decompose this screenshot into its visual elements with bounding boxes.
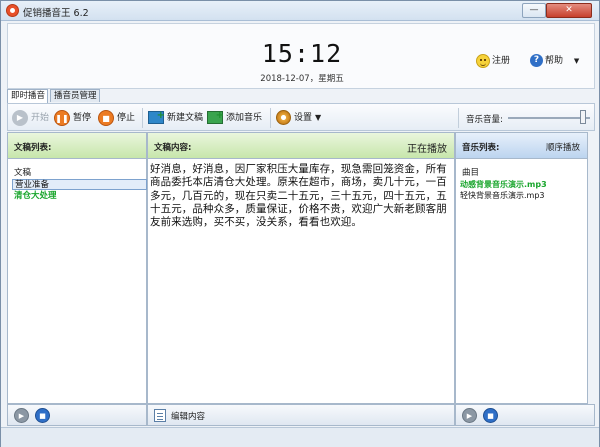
add-music-label: 添加音乐 xyxy=(226,113,263,123)
title-bar: 促销播音王 6.2 — ✕ xyxy=(1,1,599,21)
app-window: 促销播音王 6.2 — ✕ 15:12 2018-12-07，星期五 注册 ? 帮… xyxy=(0,0,600,447)
clock-header: 15:12 2018-12-07，星期五 注册 ? 帮助 ▼ xyxy=(7,23,595,89)
gear-icon xyxy=(276,110,291,125)
stop-icon[interactable]: ■ xyxy=(483,408,498,423)
pause-label: 暂停 xyxy=(73,113,92,123)
start-button[interactable]: ▶ 开始 xyxy=(12,109,49,127)
list-item[interactable]: 动感背景音乐演示.mp3 xyxy=(460,180,547,190)
music-list-controls: ▶ ■ xyxy=(455,404,595,426)
volume-label: 音乐音量: xyxy=(466,115,503,125)
doc-content-header: 文稿内容: 正在播放 xyxy=(148,133,454,159)
add-music-icon xyxy=(207,107,224,125)
doc-list-title: 文稿列表: xyxy=(14,143,52,153)
start-label: 开始 xyxy=(31,113,50,123)
doc-list-header: 文稿列表: xyxy=(8,133,146,159)
edit-icon[interactable] xyxy=(154,409,166,422)
stop-icon: ■ xyxy=(98,109,114,126)
play-icon: ▶ xyxy=(12,109,28,126)
register-button[interactable]: 注册 xyxy=(476,53,510,68)
doc-content-title: 文稿内容: xyxy=(154,143,192,153)
tab-announcer-management[interactable]: 播音员管理 xyxy=(50,89,100,102)
stop-button[interactable]: ■ 停止 xyxy=(98,109,135,127)
pause-icon: ❚❚ xyxy=(54,109,70,126)
toolbar-divider xyxy=(458,108,459,128)
clock-date: 2018-12-07，星期五 xyxy=(260,74,344,84)
stop-label: 停止 xyxy=(117,113,136,123)
doc-list-controls: ▶ ■ xyxy=(7,404,147,426)
status-bar xyxy=(1,427,599,447)
doc-content-pane: 文稿内容: 正在播放 好消息，好消息，因厂家积压大量库存，现急需回笼资金，所有商… xyxy=(147,132,455,404)
new-doc-label: 新建文稿 xyxy=(167,113,204,123)
minimize-button[interactable]: — xyxy=(522,3,546,18)
list-item[interactable]: 营业准备 xyxy=(12,179,147,190)
volume-slider-thumb[interactable] xyxy=(580,110,587,124)
volume-slider-track[interactable] xyxy=(508,117,590,119)
help-icon: ? xyxy=(530,54,543,67)
music-list-column: 曲目 xyxy=(462,168,480,178)
edit-content-button[interactable]: 编辑内容 xyxy=(171,410,205,422)
pause-button[interactable]: ❚❚ 暂停 xyxy=(54,109,91,127)
doc-list-pane: 文稿列表: 文稿 营业准备 清仓大处理 xyxy=(7,132,147,404)
tab-instant-broadcast[interactable]: 即时播音 xyxy=(7,89,48,103)
list-item[interactable]: 清仓大处理 xyxy=(12,191,147,202)
play-icon[interactable]: ▶ xyxy=(14,408,29,423)
stop-icon[interactable]: ■ xyxy=(35,408,50,423)
new-document-button[interactable]: 新建文稿 xyxy=(148,107,204,127)
edit-content-bar: 编辑内容 xyxy=(147,404,455,426)
add-music-button[interactable]: 添加音乐 xyxy=(207,107,263,127)
toolbar-divider xyxy=(270,108,271,128)
settings-menu-button[interactable]: 设置 ▼ xyxy=(276,109,321,127)
new-doc-icon xyxy=(148,107,165,125)
close-button[interactable]: ✕ xyxy=(546,3,592,18)
play-mode[interactable]: 顺序播放 xyxy=(546,141,580,153)
scrollbar[interactable] xyxy=(588,132,595,404)
music-list-pane: 音乐列表: 顺序播放 曲目 动感背景音乐演示.mp3 轻快背景音乐演示.mp3 xyxy=(455,132,588,404)
help-label: 帮助 xyxy=(545,56,564,66)
music-list-header: 音乐列表: 顺序播放 xyxy=(456,133,587,159)
chevron-down-icon: ▼ xyxy=(573,57,580,65)
doc-content-text[interactable]: 好消息，好消息，因厂家积压大量库存，现急需回笼资金，所有商品委托本店清仓大处理。… xyxy=(150,163,452,229)
doc-list-column: 文稿 xyxy=(14,168,32,178)
help-menu-button[interactable]: ? 帮助 ▼ xyxy=(530,53,579,67)
toolbar: ▶开始 ❚❚暂停 ■停止 新建文稿 添加音乐 设置▼ 音乐音量: xyxy=(7,103,595,131)
settings-label: 设置 xyxy=(294,113,313,123)
list-item[interactable]: 轻快背景音乐演示.mp3 xyxy=(460,191,545,201)
chevron-down-icon: ▼ xyxy=(315,113,322,122)
play-icon[interactable]: ▶ xyxy=(462,408,477,423)
toolbar-divider xyxy=(142,108,143,128)
music-list-title: 音乐列表: xyxy=(462,143,500,153)
register-label: 注册 xyxy=(492,56,511,66)
app-icon xyxy=(6,4,19,17)
window-title: 促销播音王 6.2 xyxy=(23,8,89,19)
smile-icon xyxy=(476,53,490,68)
playback-status: 正在播放 xyxy=(407,144,447,155)
